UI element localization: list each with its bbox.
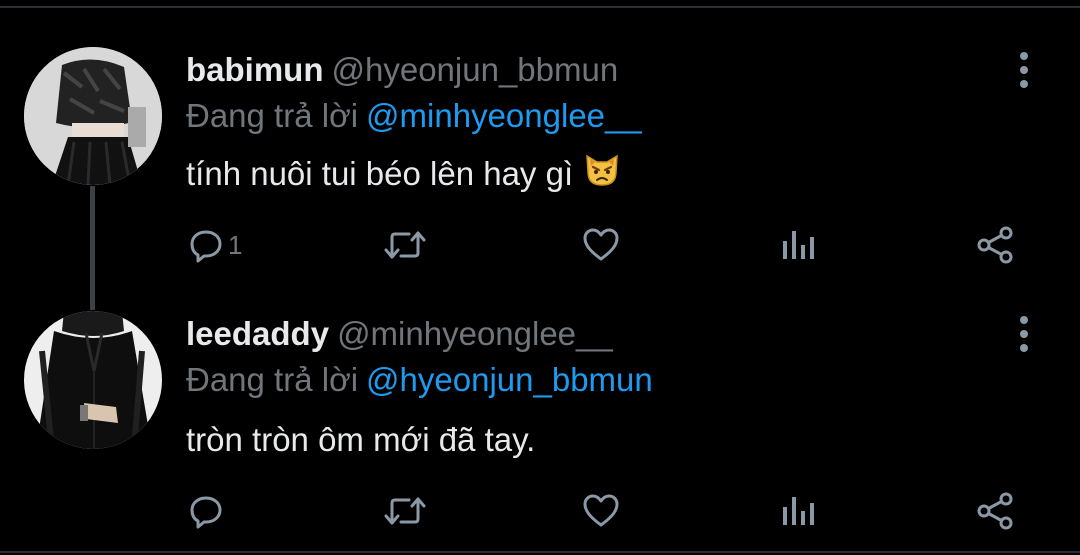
replying-to-line: Đang trả lời @minhyeonglee__: [186, 96, 642, 136]
tweet-text-content: tròn tròn ôm mới đã tay.: [186, 421, 536, 458]
tweet-header: leedaddy @minhyeonglee__: [186, 314, 613, 354]
tweet-actions: [0, 486, 1080, 536]
avatar[interactable]: [24, 311, 162, 449]
tweet-header: babimun @hyeonjun_bbmun: [186, 50, 618, 90]
tweet-text: tròn tròn ôm mới đã tay.: [186, 420, 535, 460]
display-name[interactable]: leedaddy: [186, 315, 329, 352]
share-button[interactable]: [975, 486, 1015, 536]
reply-button[interactable]: 1: [188, 220, 242, 270]
reply-count: 1: [228, 229, 243, 260]
like-icon: [583, 228, 619, 261]
retweet-button[interactable]: [383, 486, 427, 536]
bottom-divider: [0, 551, 1080, 553]
views-icon: [783, 497, 814, 525]
reply-button[interactable]: [188, 486, 228, 536]
views-icon: [783, 231, 814, 259]
more-options-icon: [1020, 52, 1028, 88]
like-button[interactable]: [582, 220, 620, 270]
tweet-text-content: tính nuôi tui béo lên hay gì: [186, 155, 574, 192]
user-handle[interactable]: @minhyeonglee__: [337, 315, 613, 352]
retweet-icon: [384, 231, 426, 259]
avatar[interactable]: [24, 47, 162, 185]
more-options-icon: [1020, 316, 1028, 352]
tweet-thread: babimun @hyeonjun_bbmun Đang trả lời @minh…: [0, 0, 1080, 555]
like-icon: [583, 494, 619, 527]
top-divider: [0, 6, 1080, 8]
share-button[interactable]: [975, 220, 1015, 270]
reply-icon: [190, 496, 222, 529]
tweet-text: tính nuôi tui béo lên hay gì: [186, 154, 621, 197]
views-button[interactable]: [780, 220, 816, 270]
share-icon: [977, 226, 1013, 264]
replying-to-label: Đang trả lời: [186, 361, 359, 398]
share-icon: [977, 492, 1013, 530]
retweet-button[interactable]: [383, 220, 427, 270]
more-options-button[interactable]: [1008, 48, 1040, 92]
reply-mention-link[interactable]: @hyeonjun_bbmun: [366, 361, 653, 398]
display-name[interactable]: babimun: [186, 51, 324, 88]
replying-to-label: Đang trả lời: [186, 97, 359, 134]
pouting-cat-emoji: [583, 150, 621, 197]
reply-mention-link[interactable]: @minhyeonglee__: [366, 97, 642, 134]
views-button[interactable]: [780, 486, 816, 536]
like-button[interactable]: [582, 486, 620, 536]
reply-icon: [190, 230, 222, 263]
user-handle[interactable]: @hyeonjun_bbmun: [332, 51, 619, 88]
replying-to-line: Đang trả lời @hyeonjun_bbmun: [186, 360, 653, 400]
retweet-icon: [384, 497, 426, 525]
tweet-actions: 1: [0, 220, 1080, 270]
more-options-button[interactable]: [1008, 312, 1040, 356]
